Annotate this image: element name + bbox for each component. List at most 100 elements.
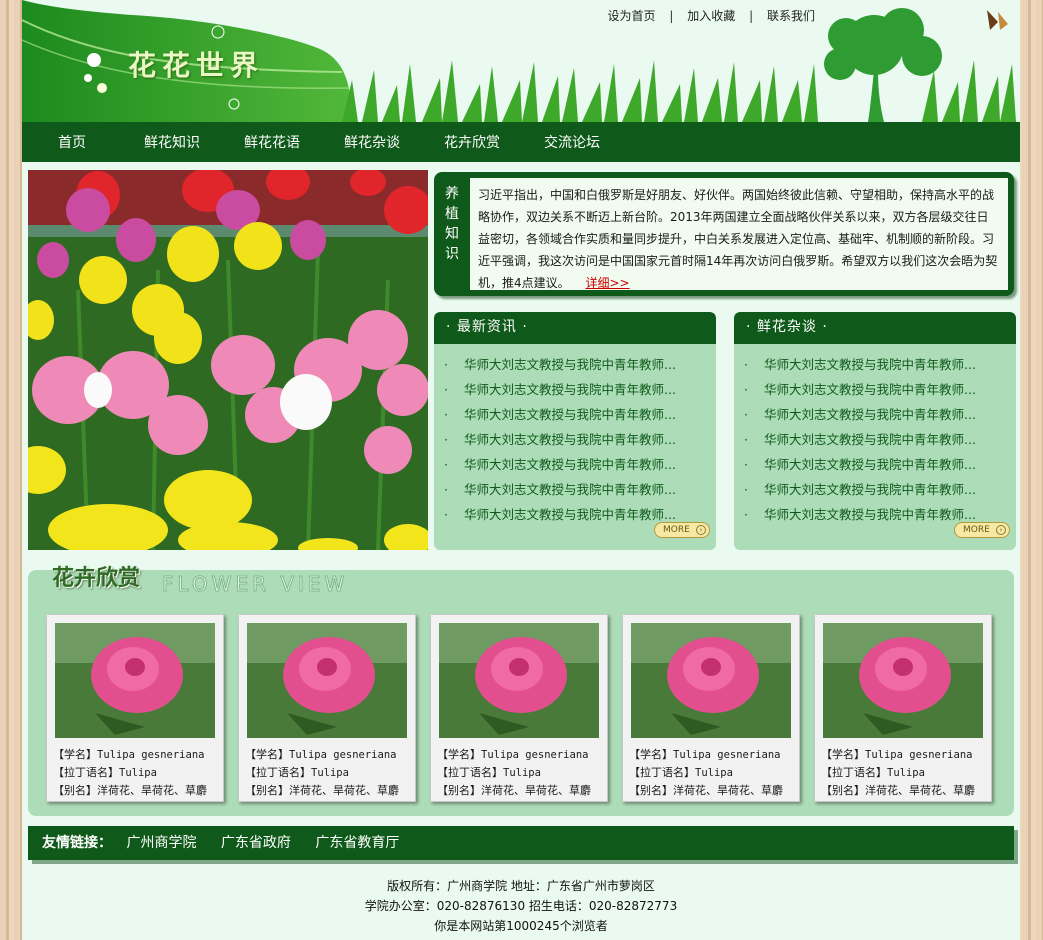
latin-name: Tulipa xyxy=(503,767,541,779)
scientific-name: Tulipa gesneriana xyxy=(289,749,397,761)
flower-view-section: 【学名】Tulipa gesneriana 【拉丁语名】Tulipa 【别名】洋… xyxy=(28,570,1014,816)
bullet: · xyxy=(744,407,748,422)
flower-talk-title: · 鲜花杂谈 · xyxy=(734,312,1016,344)
nav-item-forum[interactable]: 交流论坛 xyxy=(522,132,622,152)
flower-info: 【学名】Tulipa gesneriana 【拉丁语名】Tulipa 【别名】洋… xyxy=(437,746,591,800)
rose-photo xyxy=(823,623,983,738)
chevron-right-icon: › xyxy=(996,525,1006,535)
list-item[interactable]: · 华师大刘志文教授与我院中青年教师... xyxy=(744,352,1016,377)
talk-link[interactable]: 华师大刘志文教授与我院中青年教师... xyxy=(764,407,976,422)
flower-info: 【学名】Tulipa gesneriana 【拉丁语名】Tulipa 【别名】洋… xyxy=(629,746,783,800)
nav-item-home[interactable]: 首页 xyxy=(22,132,122,152)
news-link[interactable]: 华师大刘志文教授与我院中青年教师... xyxy=(464,457,676,472)
care-label-char: 植 xyxy=(445,206,459,222)
list-item[interactable]: · 华师大刘志文教授与我院中青年教师... xyxy=(744,402,1016,427)
chevron-right-icon: › xyxy=(696,525,706,535)
footer-contact: 学院办公室：020-82876130 招生电话：020-82872773 xyxy=(364,899,678,913)
list-item[interactable]: · 华师大刘志文教授与我院中青年教师... xyxy=(444,477,716,502)
info-key: 【拉丁语名】 xyxy=(53,766,119,779)
talk-link[interactable]: 华师大刘志文教授与我院中青年教师... xyxy=(764,382,976,397)
list-item[interactable]: · 华师大刘志文教授与我院中青年教师... xyxy=(744,477,1016,502)
info-key: 【学名】 xyxy=(53,748,97,761)
list-item[interactable]: · 华师大刘志文教授与我院中青年教师... xyxy=(744,377,1016,402)
bullet: · xyxy=(744,507,748,522)
bullet: · xyxy=(444,357,448,372)
friend-link[interactable]: 广东省政府 xyxy=(221,835,291,851)
alias: 洋荷花、旱荷花、草麝 xyxy=(289,784,399,797)
list-item[interactable]: · 华师大刘志文教授与我院中青年教师... xyxy=(744,452,1016,477)
news-link[interactable]: 华师大刘志文教授与我院中青年教师... xyxy=(464,507,676,522)
news-link[interactable]: 华师大刘志文教授与我院中青年教师... xyxy=(464,407,676,422)
nav-item-flower-view[interactable]: 花卉欣赏 xyxy=(422,132,522,152)
flower-view-title-en: FLOWER VIEW xyxy=(161,572,349,597)
bullet: · xyxy=(444,382,448,397)
info-key: 【拉丁语名】 xyxy=(629,766,695,779)
bullet: · xyxy=(744,482,748,497)
flower-card[interactable]: 【学名】Tulipa gesneriana 【拉丁语名】Tulipa 【别名】洋… xyxy=(814,614,992,802)
care-knowledge-box: 养 植 知 识 习近平指出，中国和白俄罗斯是好朋友、好伙伴。两国始终彼此信赖、守… xyxy=(434,172,1014,296)
list-item[interactable]: · 华师大刘志文教授与我院中青年教师... xyxy=(444,402,716,427)
flower-view-title-cn: 花卉欣赏 xyxy=(52,565,141,591)
friend-link[interactable]: 广东省教育厅 xyxy=(315,835,399,851)
flower-info: 【学名】Tulipa gesneriana 【拉丁语名】Tulipa 【别名】洋… xyxy=(245,746,399,800)
page-container: 花花世界 设为首页 | 加入收藏 | 联系我们 首页 鲜花知识 鲜花花语 鲜花杂… xyxy=(22,0,1020,940)
contact-us-link[interactable]: 联系我们 xyxy=(767,9,815,23)
bullet: · xyxy=(444,432,448,447)
info-key: 【别名】 xyxy=(821,784,865,797)
flower-card[interactable]: 【学名】Tulipa gesneriana 【拉丁语名】Tulipa 【别名】洋… xyxy=(430,614,608,802)
friend-link[interactable]: 广州商学院 xyxy=(126,835,196,851)
list-item[interactable]: · 华师大刘志文教授与我院中青年教师... xyxy=(444,427,716,452)
care-text-body: 习近平指出，中国和白俄罗斯是好朋友、好伙伴。两国始终彼此信赖、守望相助，保持高水… xyxy=(478,188,998,290)
talk-link[interactable]: 华师大刘志文教授与我院中青年教师... xyxy=(764,357,976,372)
latest-news-panel: · 最新资讯 · · 华师大刘志文教授与我院中青年教师... · 华师大刘志文教授与… xyxy=(434,312,716,550)
list-item[interactable]: · 华师大刘志文教授与我院中青年教师... xyxy=(444,377,716,402)
friend-links-bar: 友情链接： 广州商学院 广东省政府 广东省教育厅 xyxy=(28,826,1014,860)
talk-link[interactable]: 华师大刘志文教授与我院中青年教师... xyxy=(764,457,976,472)
care-label-char: 识 xyxy=(445,246,459,262)
add-favorite-link[interactable]: 加入收藏 xyxy=(687,9,735,23)
link-separator: | xyxy=(749,9,754,23)
nav-item-flower-knowledge[interactable]: 鲜花知识 xyxy=(122,132,222,152)
news-link[interactable]: 华师大刘志文教授与我院中青年教师... xyxy=(464,357,676,372)
info-key: 【学名】 xyxy=(245,748,289,761)
nav-item-flower-language[interactable]: 鲜花花语 xyxy=(222,132,322,152)
bullet: · xyxy=(444,482,448,497)
news-link[interactable]: 华师大刘志文教授与我院中青年教师... xyxy=(464,482,676,497)
info-key: 【别名】 xyxy=(53,784,97,797)
alias: 洋荷花、旱荷花、草麝 xyxy=(481,784,591,797)
latin-name: Tulipa xyxy=(695,767,733,779)
flower-card[interactable]: 【学名】Tulipa gesneriana 【拉丁语名】Tulipa 【别名】洋… xyxy=(622,614,800,802)
bullet: · xyxy=(744,432,748,447)
info-key: 【学名】 xyxy=(629,748,673,761)
rose-photo xyxy=(247,623,407,738)
talk-link[interactable]: 华师大刘志文教授与我院中青年教师... xyxy=(764,507,976,522)
info-key: 【拉丁语名】 xyxy=(821,766,887,779)
scientific-name: Tulipa gesneriana xyxy=(865,749,973,761)
talk-link[interactable]: 华师大刘志文教授与我院中青年教师... xyxy=(764,432,976,447)
scientific-name: Tulipa gesneriana xyxy=(481,749,589,761)
top-links: 设为首页 | 加入收藏 | 联系我们 xyxy=(608,7,815,24)
footer-visitor-count: 你是本网站第1000245个浏览者 xyxy=(434,919,608,933)
info-key: 【拉丁语名】 xyxy=(437,766,503,779)
latin-name: Tulipa xyxy=(311,767,349,779)
flower-card[interactable]: 【学名】Tulipa gesneriana 【拉丁语名】Tulipa 【别名】洋… xyxy=(46,614,224,802)
list-item[interactable]: · 华师大刘志文教授与我院中青年教师... xyxy=(444,452,716,477)
latin-name: Tulipa xyxy=(887,767,925,779)
alias: 洋荷花、旱荷花、草麝 xyxy=(97,784,207,797)
care-detail-link[interactable]: 详细>> xyxy=(585,276,629,290)
talk-link[interactable]: 华师大刘志文教授与我院中青年教师... xyxy=(764,482,976,497)
info-key: 【别名】 xyxy=(437,784,481,797)
friend-links-label: 友情链接： xyxy=(42,835,112,851)
news-link[interactable]: 华师大刘志文教授与我院中青年教师... xyxy=(464,432,676,447)
set-homepage-link[interactable]: 设为首页 xyxy=(608,9,656,23)
news-link[interactable]: 华师大刘志文教授与我院中青年教师... xyxy=(464,382,676,397)
list-item[interactable]: · 华师大刘志文教授与我院中青年教师... xyxy=(744,427,1016,452)
nav-item-flower-talk[interactable]: 鲜花杂谈 xyxy=(322,132,422,152)
more-button[interactable]: MORE › xyxy=(654,522,710,538)
care-label-char: 养 xyxy=(445,186,459,202)
more-button[interactable]: MORE › xyxy=(954,522,1010,538)
list-item[interactable]: · 华师大刘志文教授与我院中青年教师... xyxy=(444,352,716,377)
latin-name: Tulipa xyxy=(119,767,157,779)
alias: 洋荷花、旱荷花、草麝 xyxy=(673,784,783,797)
flower-card[interactable]: 【学名】Tulipa gesneriana 【拉丁语名】Tulipa 【别名】洋… xyxy=(238,614,416,802)
